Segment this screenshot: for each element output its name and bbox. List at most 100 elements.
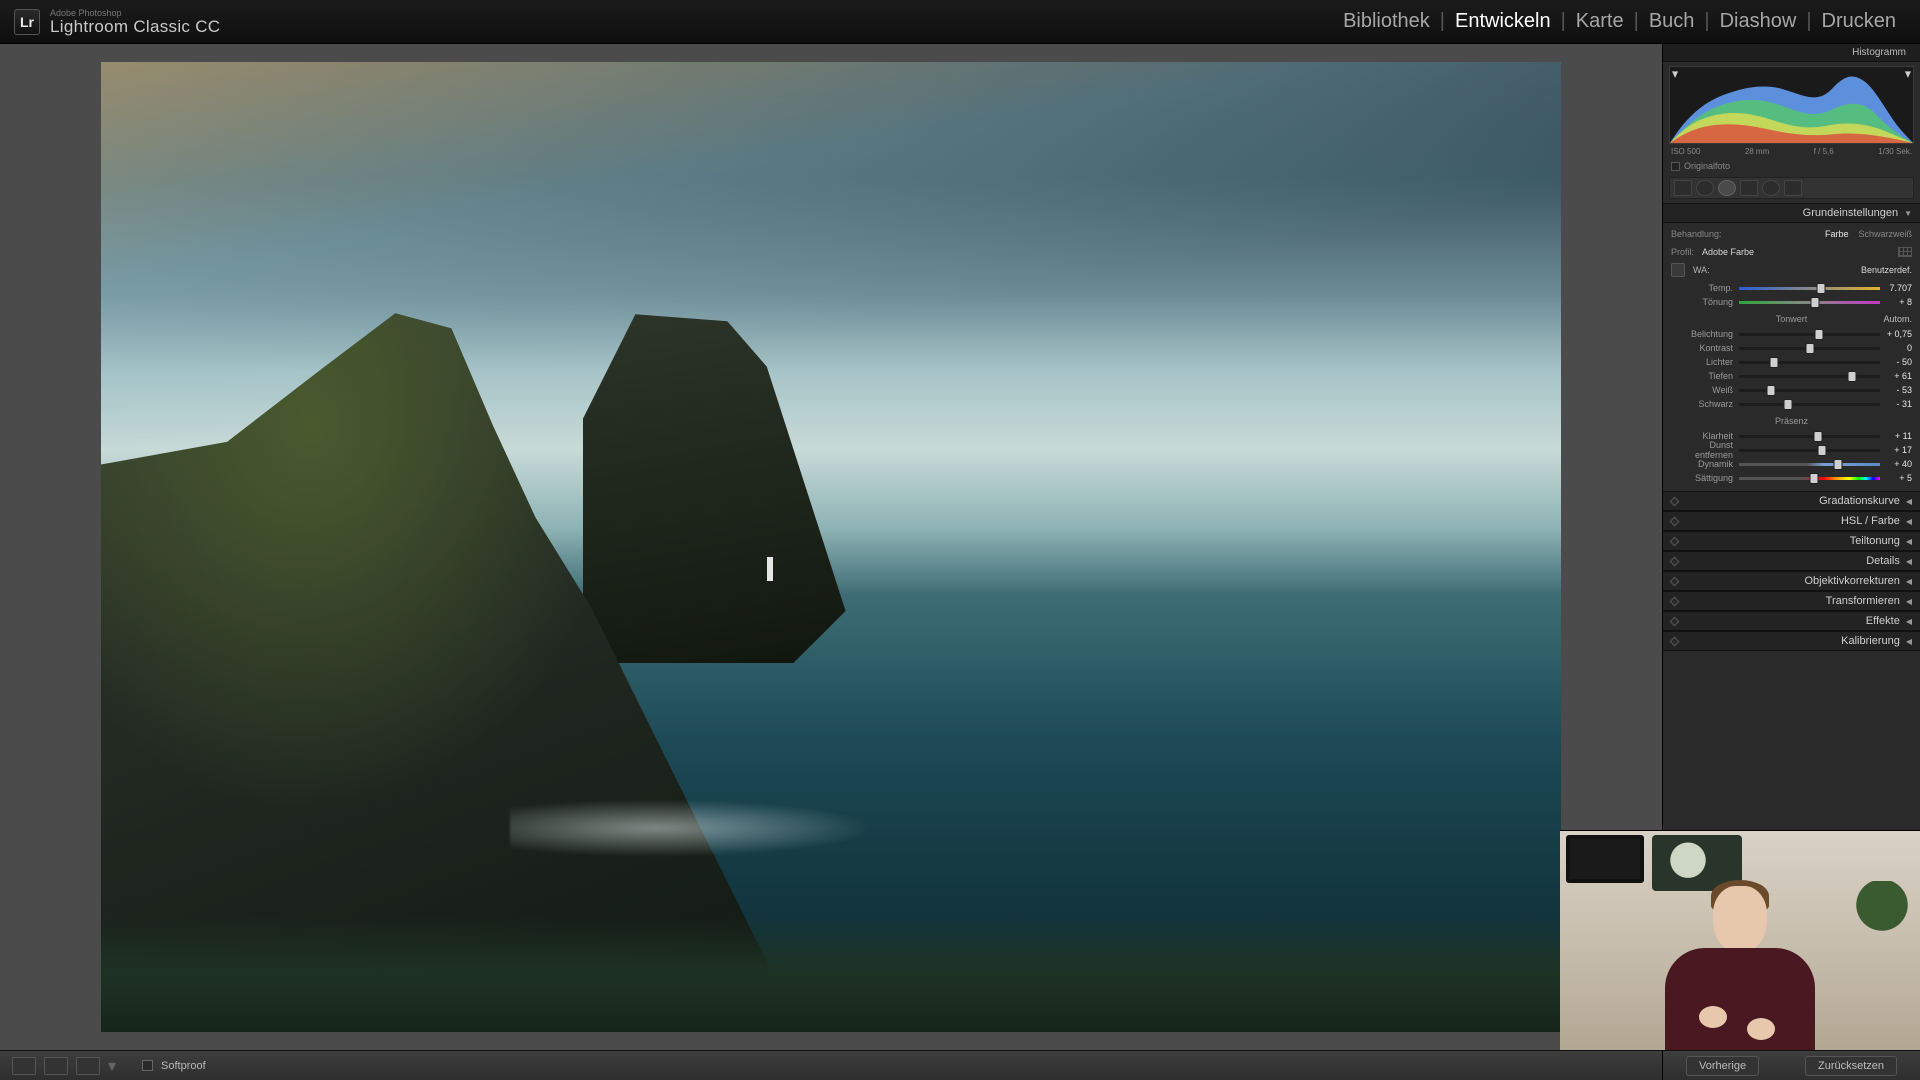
spot-tool[interactable] <box>1696 180 1714 196</box>
presence-s-ttigung-knob[interactable] <box>1810 474 1817 483</box>
panel-header-transformieren[interactable]: Transformieren <box>1663 591 1920 611</box>
exif-aperture: f / 5,6 <box>1814 147 1834 156</box>
chevron-left-icon[interactable] <box>1906 637 1912 646</box>
wb-t-nung-slider[interactable] <box>1739 301 1880 304</box>
basic-panel-header[interactable]: Grundeinstellungen <box>1663 203 1920 223</box>
tone-wei--knob[interactable] <box>1768 386 1775 395</box>
tone-kontrast-slider[interactable] <box>1739 347 1880 350</box>
tone-lichter-knob[interactable] <box>1771 358 1778 367</box>
photo-preview[interactable] <box>101 62 1561 1032</box>
chevron-left-icon[interactable] <box>1906 597 1912 606</box>
wb-picker-icon[interactable] <box>1671 263 1685 277</box>
presence-klarheit-knob[interactable] <box>1814 432 1821 441</box>
tone-kontrast-row: Kontrast0 <box>1671 341 1912 355</box>
wb-temp--value[interactable]: 7.707 <box>1880 283 1912 293</box>
presence-dynamik-knob[interactable] <box>1834 460 1841 469</box>
tone-tiefen-value[interactable]: + 61 <box>1880 371 1912 381</box>
wb-temp--knob[interactable] <box>1817 284 1824 293</box>
chevron-left-icon[interactable] <box>1906 577 1912 586</box>
panel-header-teiltonung[interactable]: Teiltonung <box>1663 531 1920 551</box>
histogram[interactable] <box>1669 66 1914 144</box>
profile-value[interactable]: Adobe Farbe <box>1702 247 1754 257</box>
reset-button[interactable]: Zurücksetzen <box>1805 1056 1897 1076</box>
gradient-tool[interactable] <box>1740 180 1758 196</box>
local-tools-strip <box>1669 177 1914 199</box>
panel-toggle-icon[interactable] <box>1670 596 1680 606</box>
tone-tiefen-slider[interactable] <box>1739 375 1880 378</box>
panel-toggle-icon[interactable] <box>1670 616 1680 626</box>
tone-wei--slider[interactable] <box>1739 389 1880 392</box>
crop-tool[interactable] <box>1674 180 1692 196</box>
canvas-area[interactable] <box>0 44 1662 1050</box>
presence-header: Präsenz <box>1775 416 1808 426</box>
tone-kontrast-value[interactable]: 0 <box>1880 343 1912 353</box>
auto-tone-button[interactable]: Autom. <box>1883 314 1912 324</box>
develop-footer: Vorherige Zurücksetzen <box>1662 1050 1920 1080</box>
wb-t-nung-value[interactable]: + 8 <box>1880 297 1912 307</box>
tone-wei--label: Weiß <box>1671 385 1739 395</box>
treatment-bw-tab[interactable]: Schwarzweiß <box>1858 229 1912 239</box>
panel-toggle-icon[interactable] <box>1670 556 1680 566</box>
redeye-tool[interactable] <box>1718 180 1736 196</box>
tone-lichter-value[interactable]: - 50 <box>1880 357 1912 367</box>
wb-temp--slider[interactable] <box>1739 287 1880 290</box>
panel-header-objektivkorrekturen[interactable]: Objektivkorrekturen <box>1663 571 1920 591</box>
chevron-left-icon[interactable] <box>1906 537 1912 546</box>
tone-kontrast-knob[interactable] <box>1806 344 1813 353</box>
presence-dunst-entfernen-knob[interactable] <box>1819 446 1826 455</box>
panel-header-effekte[interactable]: Effekte <box>1663 611 1920 631</box>
view-mode-before-after[interactable] <box>76 1057 100 1075</box>
panel-toggle-icon[interactable] <box>1670 496 1680 506</box>
tone-wei--value[interactable]: - 53 <box>1880 385 1912 395</box>
chevron-down-icon[interactable] <box>1904 209 1912 218</box>
module-diashow[interactable]: Diashow <box>1710 10 1807 33</box>
module-drucken[interactable]: Drucken <box>1812 10 1906 33</box>
module-bibliothek[interactable]: Bibliothek <box>1333 10 1440 33</box>
softproof-checkbox[interactable] <box>142 1060 153 1071</box>
presence-s-ttigung-slider[interactable] <box>1739 477 1880 480</box>
original-checkbox[interactable] <box>1671 162 1680 171</box>
tone-belichtung-value[interactable]: + 0,75 <box>1880 329 1912 339</box>
presence-dynamik-value[interactable]: + 40 <box>1880 459 1912 469</box>
presence-s-ttigung-value[interactable]: + 5 <box>1880 473 1912 483</box>
chevron-left-icon[interactable] <box>1906 557 1912 566</box>
tone-schwarz-knob[interactable] <box>1785 400 1792 409</box>
panel-header-gradationskurve[interactable]: Gradationskurve <box>1663 491 1920 511</box>
panel-header-hsl-farbe[interactable]: HSL / Farbe <box>1663 511 1920 531</box>
treatment-color-tab[interactable]: Farbe <box>1825 229 1849 239</box>
panel-header-kalibrierung[interactable]: Kalibrierung <box>1663 631 1920 651</box>
panel-toggle-icon[interactable] <box>1670 576 1680 586</box>
wb-dropdown[interactable]: Benutzerdef. <box>1861 265 1912 275</box>
view-mode-compare[interactable] <box>44 1057 68 1075</box>
presence-klarheit-slider[interactable] <box>1739 435 1880 438</box>
presence-klarheit-value[interactable]: + 11 <box>1880 431 1912 441</box>
wb-label: WA: <box>1693 265 1710 275</box>
brush-tool[interactable] <box>1784 180 1802 196</box>
panel-toggle-icon[interactable] <box>1670 516 1680 526</box>
panel-toggle-icon[interactable] <box>1670 636 1680 646</box>
tone-schwarz-slider[interactable] <box>1739 403 1880 406</box>
presence-dynamik-row: Dynamik+ 40 <box>1671 457 1912 471</box>
wb-t-nung-knob[interactable] <box>1812 298 1819 307</box>
tone-belichtung-slider[interactable] <box>1739 333 1880 336</box>
module-buch[interactable]: Buch <box>1639 10 1705 33</box>
previous-button[interactable]: Vorherige <box>1686 1056 1759 1076</box>
tone-tiefen-knob[interactable] <box>1848 372 1855 381</box>
presence-dunst-entfernen-value[interactable]: + 17 <box>1880 445 1912 455</box>
module-karte[interactable]: Karte <box>1566 10 1634 33</box>
tone-schwarz-value[interactable]: - 31 <box>1880 399 1912 409</box>
module-entwickeln[interactable]: Entwickeln <box>1445 10 1561 33</box>
tone-lichter-slider[interactable] <box>1739 361 1880 364</box>
panel-toggle-icon[interactable] <box>1670 536 1680 546</box>
chevron-left-icon[interactable] <box>1906 497 1912 506</box>
tone-belichtung-knob[interactable] <box>1816 330 1823 339</box>
view-mode-loupe[interactable] <box>12 1057 36 1075</box>
chevron-left-icon[interactable] <box>1906 617 1912 626</box>
presence-dynamik-slider[interactable] <box>1739 463 1880 466</box>
profile-browser-icon[interactable] <box>1898 247 1912 257</box>
chevron-left-icon[interactable] <box>1906 517 1912 526</box>
histogram-header[interactable]: Histogramm <box>1663 44 1920 62</box>
presence-dunst-entfernen-slider[interactable] <box>1739 449 1880 452</box>
panel-header-details[interactable]: Details <box>1663 551 1920 571</box>
radial-tool[interactable] <box>1762 180 1780 196</box>
